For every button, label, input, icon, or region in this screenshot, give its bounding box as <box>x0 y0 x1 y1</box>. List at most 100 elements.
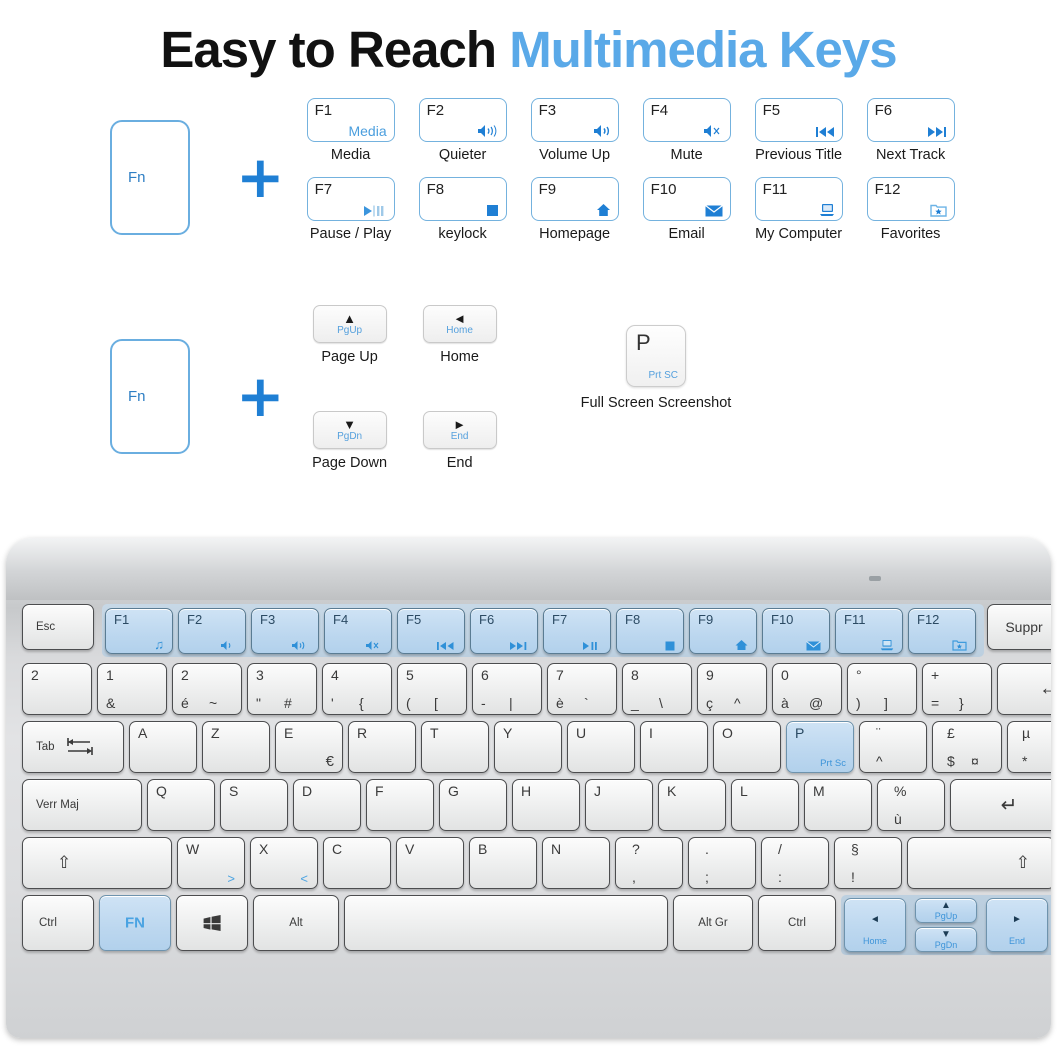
key-f3[interactable]: F3 <box>251 608 319 654</box>
key-k-label: K <box>667 783 677 799</box>
left-arrow-key[interactable]: ◄ Home <box>844 898 906 952</box>
key-c[interactable]: C <box>323 837 391 889</box>
key-e[interactable]: E € <box>275 721 343 773</box>
right-arrow-key[interactable]: ► End <box>986 898 1048 952</box>
key-g[interactable]: G <box>439 779 507 831</box>
key-f8[interactable]: F8 <box>616 608 684 654</box>
fkey-cell-f1: F1 Media Media <box>295 98 407 177</box>
key-h[interactable]: H <box>512 779 580 831</box>
key-5[interactable]: 5 ( [ <box>397 663 467 715</box>
key-1[interactable]: 1 & <box>97 663 167 715</box>
key-pound[interactable]: £ $ ¤ <box>932 721 1002 773</box>
key-esc[interactable]: Esc <box>22 604 94 650</box>
key-ctrl-left-label: Ctrl <box>39 917 57 929</box>
key-pound-bottom2: ¤ <box>971 753 979 769</box>
key-diaeresis[interactable]: ¨ ^ <box>859 721 927 773</box>
key-p-label: P <box>795 725 805 741</box>
key-t[interactable]: T <box>421 721 489 773</box>
key-q[interactable]: Q <box>147 779 215 831</box>
key-p-printscreen[interactable]: P Prt Sc <box>786 721 854 773</box>
key-alt-gr[interactable]: Alt Gr <box>673 895 753 951</box>
down-arrow-key[interactable]: ▼ PgDn <box>915 927 977 952</box>
key-r[interactable]: R <box>348 721 416 773</box>
key-shift-left[interactable]: ⇧ <box>22 837 172 889</box>
key-f1[interactable]: F1 ♫ <box>105 608 173 654</box>
key-y[interactable]: Y <box>494 721 562 773</box>
key-f11[interactable]: F11 <box>835 608 903 654</box>
key-square[interactable]: 2 <box>22 663 92 715</box>
key-0[interactable]: 0 à @ <box>772 663 842 715</box>
key-z[interactable]: Z <box>202 721 270 773</box>
key-3[interactable]: 3 " # <box>247 663 317 715</box>
key-percent-bottom: ù <box>894 811 902 827</box>
key-plus[interactable]: + = } <box>922 663 992 715</box>
key-3-bottom: " <box>256 695 261 711</box>
key-windows[interactable] <box>176 895 248 951</box>
computer-icon <box>819 203 835 217</box>
key-section[interactable]: § ! <box>834 837 902 889</box>
key-enter[interactable]: ↵ <box>950 779 1051 831</box>
key-u[interactable]: U <box>567 721 635 773</box>
key-b[interactable]: B <box>469 837 537 889</box>
fn-combo-1: Fn + F1 Media Media F2 Quieter F3 Volume… <box>110 98 967 256</box>
key-f9[interactable]: F9 <box>689 608 757 654</box>
key-fn[interactable]: FN <box>99 895 171 951</box>
key-caps-lock[interactable]: Verr Maj <box>22 779 142 831</box>
f5-key: F5 <box>754 98 843 142</box>
key-6[interactable]: 6 - | <box>472 663 542 715</box>
key-a[interactable]: A <box>129 721 197 773</box>
key-tab[interactable]: Tab <box>22 721 124 773</box>
key-d[interactable]: D <box>293 779 361 831</box>
key-m-label: M <box>813 783 825 799</box>
key-period[interactable]: . ; <box>688 837 756 889</box>
key-space[interactable] <box>344 895 668 951</box>
key-o[interactable]: O <box>713 721 781 773</box>
key-suppr[interactable]: Suppr <box>987 604 1051 650</box>
key-w-label: W <box>186 841 200 857</box>
fkey-cell-f2: F2 Quieter <box>407 98 519 177</box>
key-8[interactable]: 8 _ \ <box>622 663 692 715</box>
key-2[interactable]: 2 é ~ <box>172 663 242 715</box>
key-f7[interactable]: F7 <box>543 608 611 654</box>
f3-key: F3 <box>530 98 619 142</box>
key-slash[interactable]: / : <box>761 837 829 889</box>
key-9[interactable]: 9 ç ^ <box>697 663 767 715</box>
key-f5[interactable]: F5 <box>397 608 465 654</box>
windows-icon <box>202 914 222 932</box>
key-4-top: 4 <box>331 667 339 683</box>
up-arrow-key[interactable]: ▲ PgUp <box>915 898 977 923</box>
key-micro[interactable]: µ * <box>1007 721 1051 773</box>
left-arrow-icon: ◄ <box>453 311 467 326</box>
key-ctrl-right[interactable]: Ctrl <box>758 895 836 951</box>
key-shift-right[interactable]: ⇧ <box>907 837 1051 889</box>
key-question[interactable]: ? , <box>615 837 683 889</box>
key-x[interactable]: X < <box>250 837 318 889</box>
f10-caption: Email <box>668 226 705 242</box>
key-n[interactable]: N <box>542 837 610 889</box>
key-percent[interactable]: % ù <box>877 779 945 831</box>
key-degree-bottom2: ] <box>884 695 888 711</box>
key-j[interactable]: J <box>585 779 653 831</box>
key-7[interactable]: 7 è ` <box>547 663 617 715</box>
key-l[interactable]: L <box>731 779 799 831</box>
key-v[interactable]: V <box>396 837 464 889</box>
key-f12[interactable]: F12 <box>908 608 976 654</box>
key-f2[interactable]: F2 <box>178 608 246 654</box>
key-k[interactable]: K <box>658 779 726 831</box>
key-i[interactable]: I <box>640 721 708 773</box>
key-f[interactable]: F <box>366 779 434 831</box>
key-backspace[interactable]: ← <box>997 663 1051 715</box>
key-alt-left[interactable]: Alt <box>253 895 339 951</box>
key-plus-top: + <box>931 667 940 683</box>
key-w[interactable]: W > <box>177 837 245 889</box>
key-4[interactable]: 4 ' { <box>322 663 392 715</box>
key-s[interactable]: S <box>220 779 288 831</box>
key-r-label: R <box>357 725 368 741</box>
key-f4[interactable]: F4 <box>324 608 392 654</box>
key-f6[interactable]: F6 <box>470 608 538 654</box>
key-ctrl-left[interactable]: Ctrl <box>22 895 94 951</box>
key-5-bottom2: [ <box>434 695 438 711</box>
key-degree[interactable]: ° ) ] <box>847 663 917 715</box>
key-f10[interactable]: F10 <box>762 608 830 654</box>
key-m[interactable]: M <box>804 779 872 831</box>
